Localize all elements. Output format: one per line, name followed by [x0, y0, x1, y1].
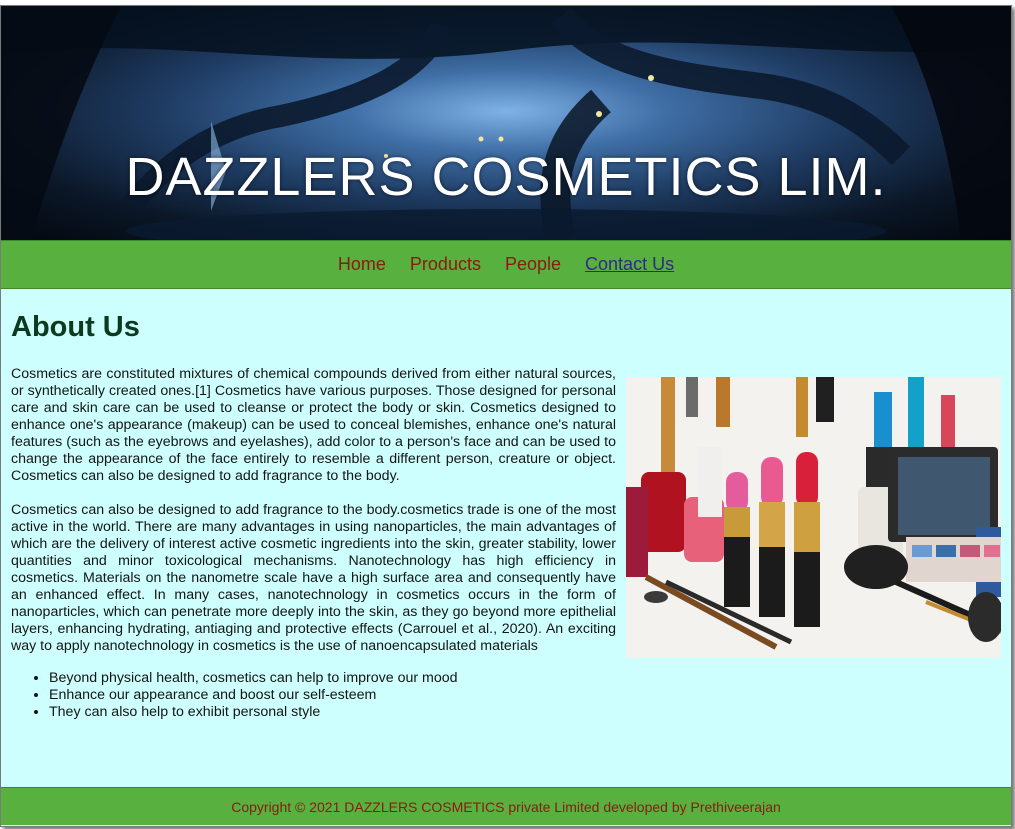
main-nav: Home Products People Contact Us [1, 240, 1011, 289]
page-heading: About Us [11, 311, 140, 343]
main-content: About Us Cosmetics are constituted mixtu… [11, 296, 1001, 721]
list-item: Enhance our appearance and boost our sel… [49, 687, 1001, 704]
copyright-text: Copyright © 2021 DAZZLERS COSMETICS priv… [231, 798, 781, 815]
cosmetics-product-image [626, 377, 1001, 658]
nav-link-people[interactable]: People [505, 254, 561, 275]
nav-link-products[interactable]: Products [410, 254, 481, 275]
nav-link-contact-us[interactable]: Contact Us [585, 254, 674, 275]
page-frame: DAZZLERS COSMETICS LIM. Home Products Pe… [0, 5, 1012, 827]
page-footer: Copyright © 2021 DAZZLERS COSMETICS priv… [1, 787, 1011, 825]
nav-link-home[interactable]: Home [338, 254, 386, 275]
site-title: DAZZLERS COSMETICS LIM. [125, 147, 887, 207]
list-item: They can also help to exhibit personal s… [49, 704, 1001, 721]
list-item: Beyond physical health, cosmetics can he… [49, 670, 1001, 687]
benefits-list: Beyond physical health, cosmetics can he… [11, 670, 1001, 721]
header-banner: DAZZLERS COSMETICS LIM. [1, 6, 1011, 240]
